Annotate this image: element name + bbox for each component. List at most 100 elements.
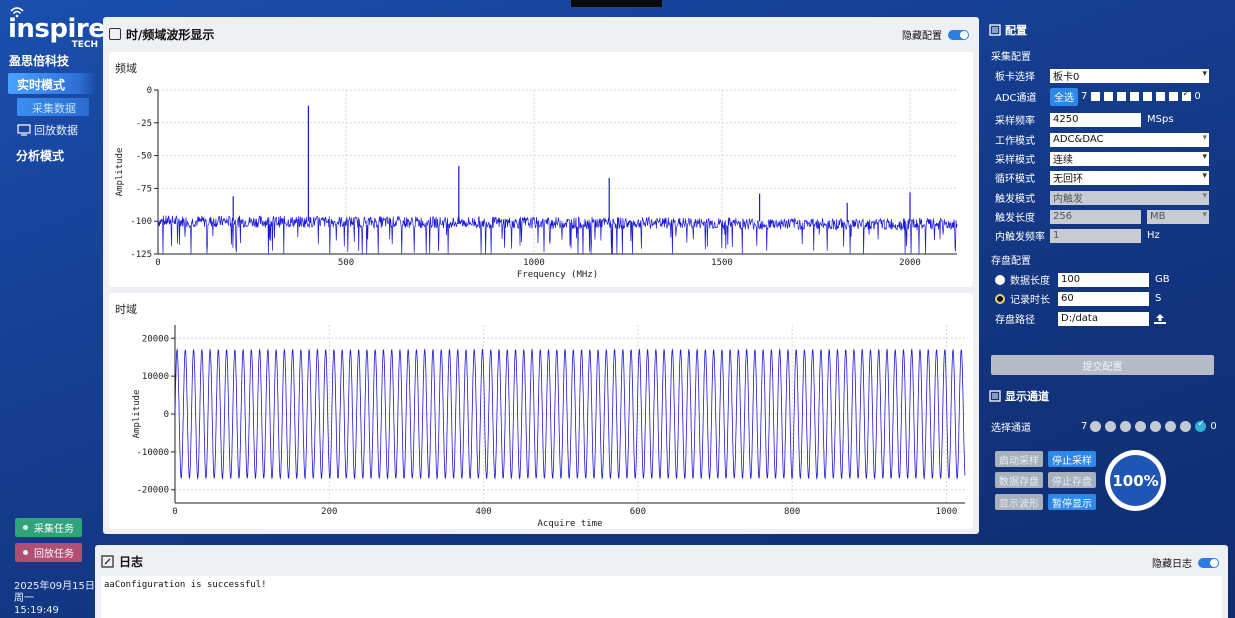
panel-title: 时/频域波形显示 — [126, 27, 215, 42]
data-save-button[interactable]: 数据存盘 — [995, 472, 1043, 488]
channel-0-radio[interactable] — [1195, 419, 1207, 432]
record-time-radio[interactable] — [995, 293, 1005, 304]
record-time-unit: S — [1155, 293, 1162, 304]
nav-analysis-mode[interactable]: 分析模式 — [16, 147, 64, 164]
board-label: 板卡选择 — [995, 72, 1035, 83]
stop-sampling-button[interactable]: 停止采样 — [1048, 451, 1096, 467]
adc-channel-3-checkbox[interactable] — [1143, 92, 1153, 101]
trigger-length-row: 触发长度 256 MB — [995, 209, 1209, 224]
y-tick-label: -50 — [136, 152, 152, 162]
hide-config-label: 隐藏配置 — [902, 31, 942, 42]
spectrum-line — [157, 215, 958, 255]
channel-2-radio[interactable] — [1165, 420, 1177, 432]
channel-select-row: 选择通道 7 0 — [991, 419, 1219, 434]
x-tick-label: 800 — [784, 507, 800, 517]
hide-config-toggle[interactable] — [948, 29, 969, 40]
data-length-input[interactable]: 100 — [1058, 272, 1149, 287]
config-panel: 配置 采集配置 板卡选择 板卡0 ADC通道 全选 7 0 采样频率 4250 … — [985, 17, 1235, 537]
start-sampling-button[interactable]: 启动采样 — [995, 451, 1043, 467]
board-row: 板卡选择 板卡0 — [995, 68, 1209, 83]
trigger-freq-input[interactable]: 1 — [1050, 228, 1141, 243]
adc-channel-5-checkbox[interactable] — [1117, 92, 1127, 101]
nav-replay-data[interactable]: 回放数据 — [17, 122, 78, 138]
adc-channel-6-checkbox[interactable] — [1104, 92, 1114, 101]
data-length-radio[interactable] — [995, 274, 1005, 285]
logo: inspire TECH — [8, 6, 106, 50]
replay-task-label: 回放任务 — [34, 549, 74, 560]
channel-1-radio[interactable] — [1180, 420, 1192, 432]
x-tick-label: 1000 — [936, 507, 958, 517]
select-all-button[interactable]: 全选 — [1050, 87, 1078, 106]
y-tick-label: -100 — [130, 217, 152, 227]
log-title: 日志 — [119, 555, 144, 569]
sample-mode-row: 采样模式 连续 — [995, 151, 1209, 166]
trigger-mode-row: 触发模式 内触发 — [995, 190, 1209, 205]
hide-log-control: 隐藏日志 — [1152, 555, 1219, 570]
trigger-length-input[interactable]: 256 — [1050, 209, 1141, 224]
y-tick-label: -125 — [130, 250, 152, 260]
channel-4-radio[interactable] — [1135, 420, 1147, 432]
x-tick-label: 200 — [321, 507, 337, 517]
datetime: 2025年09月15日 周一 15:19:49 — [14, 581, 95, 617]
trigger-length-unit-select[interactable]: MB — [1147, 209, 1209, 224]
nav-realtime-mode[interactable]: 实时模式 — [8, 73, 96, 94]
save-path-input[interactable]: D:/data — [1058, 311, 1149, 326]
config-header: 配置 — [989, 22, 1027, 38]
sample-rate-unit: MSps — [1147, 114, 1174, 125]
y-tick-label: 20000 — [142, 334, 169, 344]
status-dot-icon — [23, 550, 28, 555]
nav-collect-data[interactable]: 采集数据 — [17, 98, 89, 116]
board-select[interactable]: 板卡0 — [1050, 68, 1209, 83]
submit-config-button[interactable]: 提交配置 — [991, 355, 1214, 375]
y-tick-label: -25 — [136, 119, 152, 129]
trigger-mode-label: 触发模式 — [995, 194, 1035, 205]
adc-channel-row: ADC通道 全选 7 0 — [995, 87, 1201, 106]
y-axis-label: Amplitude — [132, 390, 142, 439]
adc-channel-0-checkbox[interactable] — [1182, 89, 1192, 101]
channel-6-radio[interactable] — [1105, 420, 1117, 432]
display-channel-title: 显示通道 — [1005, 390, 1049, 403]
save-path-label: 存盘路径 — [995, 315, 1035, 326]
work-mode-row: 工作模式 ADC&DAC — [995, 132, 1209, 147]
loop-mode-select[interactable]: 无回环 — [1050, 170, 1209, 185]
hide-log-toggle[interactable] — [1198, 557, 1219, 568]
collect-task-label: 采集任务 — [34, 524, 74, 535]
waveform-panel: 时/频域波形显示 隐藏配置 频域 0 500 1000 1500 2000 0 -25 -50… — [103, 17, 979, 534]
adc-channel-1-checkbox[interactable] — [1169, 92, 1179, 101]
data-length-label: 数据长度 — [1010, 276, 1050, 287]
stop-save-button[interactable]: 停止存盘 — [1048, 472, 1096, 488]
frequency-domain-chart[interactable]: 0 500 1000 1500 2000 0 -25 -50 -75 -100 -125 Freque… — [109, 52, 973, 287]
work-mode-select[interactable]: ADC&DAC — [1050, 132, 1209, 147]
status-dot-icon — [23, 525, 28, 530]
data-length-unit: GB — [1155, 274, 1170, 285]
adc-channel-2-checkbox[interactable] — [1156, 92, 1166, 101]
trigger-mode-select[interactable]: 内触发 — [1050, 190, 1209, 205]
x-tick-label: 0 — [172, 507, 177, 517]
log-text-area[interactable]: aaConfiguration is successful! — [101, 576, 1222, 618]
channel-3-radio[interactable] — [1150, 420, 1162, 432]
sample-mode-label: 采样模式 — [995, 155, 1035, 166]
record-time-input[interactable]: 60 — [1058, 291, 1149, 306]
channel-5-radio[interactable] — [1120, 420, 1132, 432]
adc-channel-7-checkbox[interactable] — [1091, 92, 1101, 101]
collect-task-button[interactable]: 采集任务 — [15, 518, 82, 537]
replay-task-button[interactable]: 回放任务 — [15, 543, 82, 562]
show-waveform-button[interactable]: 显示波形 — [995, 494, 1043, 510]
sample-rate-input[interactable]: 4250 — [1050, 112, 1141, 127]
hide-log-label: 隐藏日志 — [1152, 559, 1192, 570]
time-domain-chart[interactable]: 0 200 400 600 800 1000 20000 10000 0 -10000 -20000… — [109, 293, 973, 529]
sample-mode-select[interactable]: 连续 — [1050, 151, 1209, 166]
progress-ring: 100% — [1105, 450, 1166, 511]
progress-value: 100% — [1110, 455, 1161, 506]
hide-config-control: 隐藏配置 — [902, 27, 969, 42]
chart-icon — [109, 28, 121, 40]
list-icon — [989, 390, 1001, 402]
y-tick-label: 0 — [164, 410, 169, 420]
company-name: 盈思倍科技 — [9, 54, 70, 68]
adc-channel-4-checkbox[interactable] — [1130, 92, 1140, 101]
folder-upload-icon[interactable] — [1153, 313, 1167, 325]
pause-display-button[interactable]: 暂停显示 — [1048, 494, 1096, 510]
channel-7-radio[interactable] — [1090, 420, 1102, 432]
trigger-freq-row: 内触发频率 1 Hz — [995, 228, 1160, 243]
logo-subtext: TECH — [71, 40, 98, 50]
